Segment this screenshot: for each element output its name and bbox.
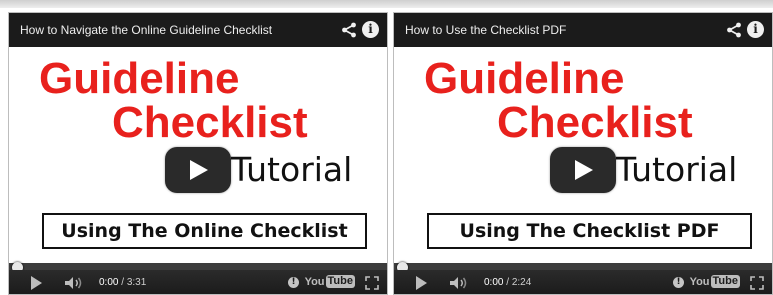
- play-pause-icon[interactable]: [31, 276, 42, 290]
- volume-icon[interactable]: [449, 276, 469, 290]
- thumbnail-heading-line2: Checklist: [112, 98, 308, 147]
- youtube-logo-tube: Tube: [325, 275, 355, 288]
- control-bar: 0:00 / 3:31 ! You Tube: [9, 270, 387, 294]
- youtube-logo-tube: Tube: [710, 275, 740, 288]
- share-icon[interactable]: [341, 22, 357, 38]
- video-thumbnail[interactable]: Guideline Checklist Tutorial Using The C…: [394, 47, 772, 263]
- time-separator: /: [503, 277, 512, 288]
- volume-icon[interactable]: [64, 276, 84, 290]
- time-display: 0:00 / 3:31: [99, 277, 146, 288]
- fullscreen-icon[interactable]: [750, 276, 764, 290]
- large-play-button[interactable]: [550, 147, 616, 193]
- youtube-logo-you: You: [304, 275, 325, 288]
- video-player[interactable]: How to Navigate the Online Guideline Che…: [8, 12, 388, 295]
- progress-bar[interactable]: [394, 263, 772, 270]
- video-title-link[interactable]: How to Navigate the Online Guideline Che…: [20, 23, 272, 37]
- share-icon[interactable]: [726, 22, 742, 38]
- annotations-icon[interactable]: !: [288, 277, 299, 288]
- time-display: 0:00 / 2:24: [484, 277, 531, 288]
- video-title-bar: How to Navigate the Online Guideline Che…: [9, 13, 387, 47]
- duration: 3:31: [126, 277, 147, 288]
- page-top-strip: [0, 0, 773, 8]
- video-player[interactable]: How to Use the Checklist PDF i Guideline…: [393, 12, 773, 295]
- annotations-icon[interactable]: !: [673, 277, 684, 288]
- progress-bar[interactable]: [9, 263, 387, 270]
- current-time: 0:00: [99, 277, 119, 288]
- youtube-logo[interactable]: You Tube: [690, 275, 740, 290]
- video-thumbnail[interactable]: Guideline Checklist Tutorial Using The O…: [9, 47, 387, 263]
- thumbnail-heading-line2: Checklist: [497, 98, 693, 147]
- play-pause-icon[interactable]: [416, 276, 427, 290]
- video-title-bar: How to Use the Checklist PDF i: [394, 13, 772, 47]
- info-icon[interactable]: i: [747, 21, 764, 38]
- thumbnail-tutorial-text: Tutorial: [231, 150, 353, 189]
- thumbnail-tutorial-text: Tutorial: [616, 150, 738, 189]
- thumbnail-heading-line1: Guideline: [39, 54, 240, 103]
- play-icon: [190, 160, 208, 180]
- play-icon: [575, 160, 593, 180]
- info-icon[interactable]: i: [362, 21, 379, 38]
- youtube-logo[interactable]: You Tube: [305, 275, 355, 290]
- duration: 2:24: [511, 277, 532, 288]
- thumbnail-heading-line1: Guideline: [424, 54, 625, 103]
- time-separator: /: [118, 277, 127, 288]
- large-play-button[interactable]: [165, 147, 231, 193]
- current-time: 0:00: [484, 277, 504, 288]
- thumbnail-label-box: Using The Online Checklist: [42, 213, 367, 249]
- control-bar: 0:00 / 2:24 ! You Tube: [394, 270, 772, 294]
- thumbnail-label-box: Using The Checklist PDF: [427, 213, 752, 249]
- youtube-logo-you: You: [689, 275, 710, 288]
- fullscreen-icon[interactable]: [365, 276, 379, 290]
- video-title-link[interactable]: How to Use the Checklist PDF: [405, 23, 566, 37]
